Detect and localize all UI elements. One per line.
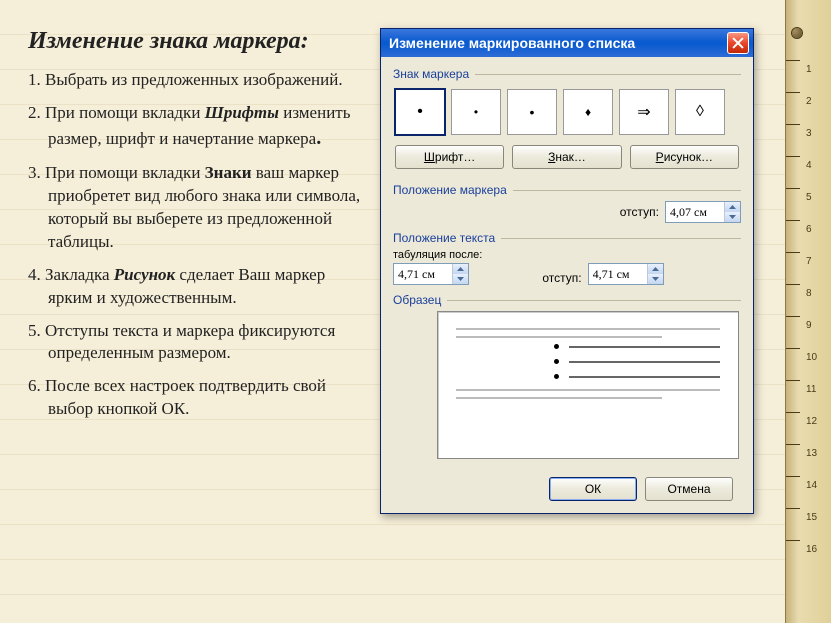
dialog-body: Знак маркера • • • ♦ ⇒ ◊ Шрифт… Знак… Ри… bbox=[381, 57, 753, 513]
ruler-num: 4 bbox=[806, 160, 812, 171]
instruction-item: 4. Закладка Рисунок сделает Ваш маркер я… bbox=[28, 264, 365, 310]
bullet-icon bbox=[554, 359, 559, 364]
char-button[interactable]: Знак… bbox=[512, 145, 621, 169]
font-button[interactable]: Шрифт… bbox=[395, 145, 504, 169]
item-number: 2. bbox=[28, 103, 41, 122]
ruler-ticks: 1 2 3 4 5 6 7 8 9 10 11 12 13 14 15 16 bbox=[786, 60, 831, 623]
dialog-footer: ОК Отмена bbox=[393, 467, 741, 501]
text-pos-row: табуляция после: отступ: bbox=[393, 249, 741, 285]
item-text: Закладка bbox=[41, 265, 114, 284]
tab-after-spinner[interactable] bbox=[393, 263, 469, 285]
preview-box bbox=[437, 311, 739, 459]
item-number: 1. bbox=[28, 70, 41, 89]
instruction-item: 3. При помощи вкладки Знаки ваш маркер п… bbox=[28, 162, 365, 254]
indent-label: отступ: bbox=[542, 271, 581, 285]
spin-down-icon[interactable] bbox=[647, 274, 663, 284]
item-tail: . bbox=[316, 127, 321, 149]
spin-down-icon[interactable] bbox=[452, 274, 468, 284]
ruler-num: 5 bbox=[806, 192, 812, 203]
close-button[interactable] bbox=[727, 32, 749, 54]
marker-indent-row: отступ: bbox=[393, 201, 741, 223]
preview-bullet-line bbox=[554, 374, 720, 379]
ruler-num: 2 bbox=[806, 96, 812, 107]
ok-button[interactable]: ОК bbox=[549, 477, 637, 501]
item-text: При помощи вкладки bbox=[41, 163, 205, 182]
ruler-num: 9 bbox=[806, 320, 812, 331]
ruler-num: 13 bbox=[806, 448, 817, 459]
marker-swatch-3[interactable]: ♦ bbox=[563, 89, 613, 135]
ruler-num: 3 bbox=[806, 128, 812, 139]
spin-down-icon[interactable] bbox=[724, 212, 740, 222]
group-text-pos: Положение текста табуляция после: отступ… bbox=[393, 231, 741, 285]
item-bold-italic: Рисунок bbox=[114, 265, 175, 284]
picture-button[interactable]: Рисунок… bbox=[630, 145, 739, 169]
ruler-num: 15 bbox=[806, 512, 817, 523]
marker-swatch-0[interactable]: • bbox=[395, 89, 445, 135]
text-indent-input[interactable] bbox=[589, 264, 647, 284]
preview-line bbox=[456, 328, 720, 330]
instruction-item: 1. Выбрать из предложенных изображений. bbox=[28, 69, 365, 92]
tab-after-input[interactable] bbox=[394, 264, 452, 284]
bullet-list-dialog: Изменение маркированного списка Знак мар… bbox=[380, 28, 754, 514]
instructions-panel: Изменение знака маркера: 1. Выбрать из п… bbox=[0, 0, 365, 421]
instruction-item: 2. При помощи вкладки Шрифты изменить ра… bbox=[28, 102, 365, 152]
item-text: При помощи вкладки bbox=[41, 103, 205, 122]
preview-bullet-line bbox=[554, 359, 720, 364]
ruler-num: 12 bbox=[806, 416, 817, 427]
item-number: 3. bbox=[28, 163, 41, 182]
group-marker-pos: Положение маркера отступ: bbox=[393, 183, 741, 223]
preview-line bbox=[456, 336, 662, 338]
close-icon bbox=[732, 37, 744, 49]
dialog-titlebar[interactable]: Изменение маркированного списка bbox=[381, 29, 753, 57]
page-title: Изменение знака маркера: bbox=[28, 28, 365, 55]
item-number: 4. bbox=[28, 265, 41, 284]
group-preview: Образец bbox=[393, 293, 741, 459]
item-number: 5. bbox=[28, 321, 41, 340]
dialog-title: Изменение маркированного списка bbox=[389, 35, 727, 51]
ruler-num: 16 bbox=[806, 544, 817, 555]
marker-swatch-1[interactable]: • bbox=[451, 89, 501, 135]
spin-up-icon[interactable] bbox=[724, 202, 740, 212]
text-indent-spinner[interactable] bbox=[588, 263, 664, 285]
marker-swatch-4[interactable]: ⇒ bbox=[619, 89, 669, 135]
bullet-icon bbox=[554, 374, 559, 379]
group-label-preview: Образец bbox=[393, 293, 741, 307]
item-number: 6. bbox=[28, 376, 41, 395]
preview-line bbox=[456, 389, 720, 391]
ruler-num: 10 bbox=[806, 352, 817, 363]
ruler-num: 7 bbox=[806, 256, 812, 267]
preview-bullet-line bbox=[554, 344, 720, 349]
marker-indent-input[interactable] bbox=[666, 202, 724, 222]
item-bold-italic: Шрифты bbox=[205, 103, 279, 122]
cancel-button[interactable]: Отмена bbox=[645, 477, 733, 501]
item-text: После всех настроек подтвердить свой выб… bbox=[41, 376, 326, 418]
group-label-marker-pos: Положение маркера bbox=[393, 183, 741, 197]
marker-indent-spinner[interactable] bbox=[665, 201, 741, 223]
ruler-num: 1 bbox=[806, 64, 812, 75]
ruler-num: 14 bbox=[806, 480, 817, 491]
ruler-num: 6 bbox=[806, 224, 812, 235]
spin-up-icon[interactable] bbox=[452, 264, 468, 274]
item-text: Отступы текста и маркера фиксируются опр… bbox=[41, 321, 336, 363]
item-text: Выбрать из предложенных изображений. bbox=[41, 70, 343, 89]
marker-swatch-row: • • • ♦ ⇒ ◊ bbox=[393, 85, 741, 143]
instruction-item: 5. Отступы текста и маркера фиксируются … bbox=[28, 320, 365, 366]
marker-buttons-row: Шрифт… Знак… Рисунок… bbox=[393, 143, 741, 175]
group-label-marker-char: Знак маркера bbox=[393, 67, 741, 81]
ruler-strip: 1 2 3 4 5 6 7 8 9 10 11 12 13 14 15 16 bbox=[785, 0, 831, 623]
indent-label: отступ: bbox=[620, 205, 659, 219]
ruler-num: 11 bbox=[806, 384, 816, 395]
bullet-icon bbox=[554, 344, 559, 349]
marker-swatch-5[interactable]: ◊ bbox=[675, 89, 725, 135]
item-bold: Знаки bbox=[205, 163, 252, 182]
tab-after-label: табуляция после: bbox=[393, 249, 482, 261]
group-marker-char: Знак маркера • • • ♦ ⇒ ◊ Шрифт… Знак… Ри… bbox=[393, 67, 741, 175]
instruction-item: 6. После всех настроек подтвердить свой … bbox=[28, 375, 365, 421]
ruler-num: 8 bbox=[806, 288, 812, 299]
preview-line bbox=[456, 397, 662, 399]
group-label-text-pos: Положение текста bbox=[393, 231, 741, 245]
spin-up-icon[interactable] bbox=[647, 264, 663, 274]
marker-swatch-2[interactable]: • bbox=[507, 89, 557, 135]
